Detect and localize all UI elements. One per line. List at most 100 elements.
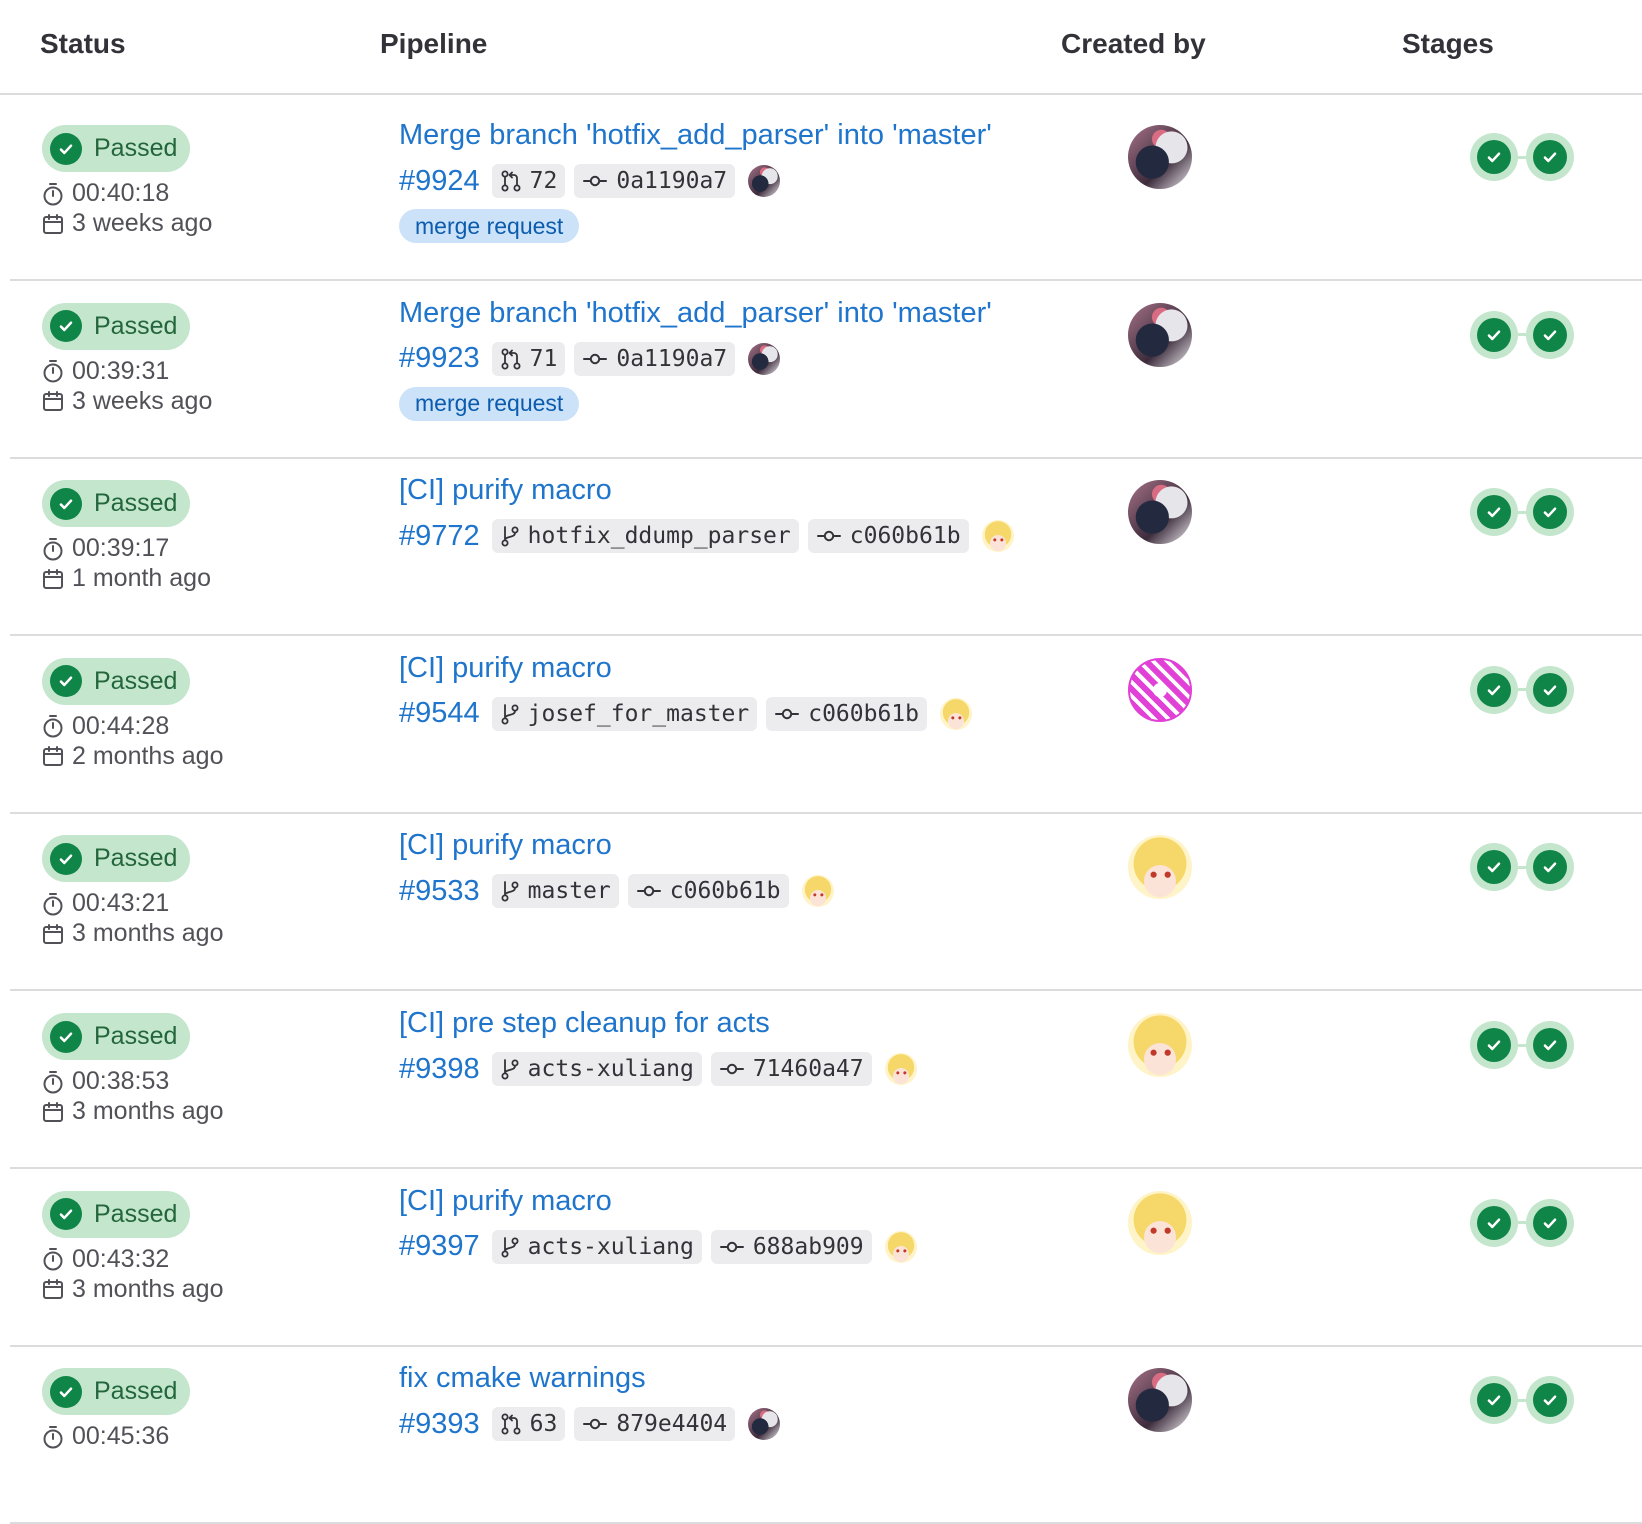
table-row: Passed 00:40:18 3 weeks ago Merge branch 'h… [10,93,1642,281]
status-badge[interactable]: Passed [42,657,190,705]
status-badge[interactable]: Passed [42,835,190,883]
ref-chip[interactable]: 63 [491,1407,566,1442]
commit-chip[interactable]: 0a1190a7 [574,341,736,376]
commit-chip[interactable]: 688ab909 [710,1229,872,1264]
pipeline-id-link[interactable]: #9924 [399,165,480,198]
commit-chip[interactable]: 0a1190a7 [574,164,736,198]
status-badge[interactable]: Passed [42,1190,190,1238]
table-row: Passed 00:39:31 3 weeks ago Merge branch 'h… [10,271,1642,459]
pipeline-id-link[interactable]: #9397 [399,1230,480,1263]
pipeline-id-link[interactable]: #9533 [399,875,480,908]
stage-status-button[interactable] [1470,488,1518,537]
finished-value[interactable]: 1 month ago [72,564,211,593]
duration: 00:40:18 [42,179,169,208]
finished-value[interactable]: 3 months ago [72,919,224,948]
pipeline-refs: #9533 master c060b61b [399,873,834,909]
stage-status-button[interactable] [1526,488,1574,537]
stage-status-button[interactable] [1470,665,1518,714]
ref-chip[interactable]: hotfix_ddump_parser [491,519,799,554]
pipeline-title-link[interactable]: [CI] purify macro [399,474,612,507]
finished-value[interactable]: 3 weeks ago [72,209,212,238]
stages [1470,1021,1574,1069]
avatar[interactable] [1128,835,1192,900]
pipeline-title-link[interactable]: Merge branch 'hotfix_add_parser' into 'm… [399,297,992,330]
commit-author-avatar[interactable] [748,1408,781,1441]
stage-status-button[interactable] [1470,133,1518,181]
commit-author-avatar[interactable] [748,165,781,197]
check-circle-icon [1477,1205,1511,1240]
finished-at: 1 month ago [42,564,211,593]
avatar[interactable] [1128,1368,1192,1433]
calendar-icon [42,213,72,235]
stage-status-button[interactable] [1526,665,1574,714]
stage-status-button[interactable] [1470,1198,1518,1247]
commit-author-avatar[interactable] [884,1053,917,1085]
pipeline-id-link[interactable]: #9398 [399,1053,480,1086]
pipeline-id-link[interactable]: #9544 [399,697,480,730]
pipeline-id-link[interactable]: #9923 [399,342,480,375]
commit-chip[interactable]: c060b61b [627,874,789,909]
pipeline-title-link[interactable]: [CI] pre step cleanup for acts [399,1007,770,1040]
pipeline-title-link[interactable]: fix cmake warnings [399,1362,646,1395]
avatar[interactable] [1128,1190,1192,1255]
stage-status-button[interactable] [1526,1376,1574,1425]
stage-status-button[interactable] [1526,310,1574,359]
finished-value[interactable]: 2 months ago [72,742,224,771]
status-badge[interactable]: Passed [42,1368,190,1416]
pipeline-title-link[interactable]: [CI] purify macro [399,829,612,862]
ref-chip[interactable]: master [491,874,619,909]
commit-chip[interactable]: c060b61b [807,519,969,554]
stage-status-button[interactable] [1526,843,1574,892]
stage-status-button[interactable] [1470,843,1518,892]
pipeline-title-link[interactable]: Merge branch 'hotfix_add_parser' into 'm… [399,119,992,152]
avatar[interactable] [1128,125,1192,189]
commit-author-avatar[interactable] [884,1230,917,1263]
commit-author-avatar[interactable] [981,520,1014,553]
status-badge[interactable]: Passed [42,125,190,172]
stage-status-button[interactable] [1526,1021,1574,1069]
ref-chip[interactable]: josef_for_master [491,696,758,731]
pipeline-refs: #9398 acts-xuliang 71460a47 [399,1051,917,1087]
commit-author-avatar[interactable] [748,342,781,375]
finished-value[interactable]: 3 months ago [72,1275,224,1304]
avatar[interactable] [1128,480,1192,545]
stage-status-button[interactable] [1470,1376,1518,1425]
status-badge[interactable]: Passed [42,302,190,350]
ref-chip[interactable]: acts-xuliang [491,1229,702,1264]
stage-status-button[interactable] [1470,310,1518,359]
finished-value[interactable]: 3 months ago [72,1097,224,1126]
ref-chip[interactable]: 71 [491,341,566,376]
commit-chip[interactable]: c060b61b [766,696,927,731]
ref-chip[interactable]: acts-xuliang [491,1052,702,1086]
pipeline-title-link[interactable]: [CI] purify macro [399,652,612,685]
pipeline-title-link[interactable]: [CI] purify macro [399,1185,612,1218]
duration-value: 00:39:31 [72,356,170,385]
duration: 00:43:32 [42,1245,169,1274]
table-row: Passed 00:39:17 1 month ago [CI] purify mac… [10,448,1642,637]
check-circle-icon [1533,672,1567,707]
stage-status-button[interactable] [1526,1198,1574,1247]
commit-chip[interactable]: 71460a47 [710,1052,872,1086]
status-badge[interactable]: Passed [42,1013,190,1060]
stages [1470,310,1574,359]
stages [1470,1376,1574,1425]
commit-sha: 0a1190a7 [616,168,728,194]
duration-value: 00:40:18 [72,179,170,207]
branch-icon [500,524,528,548]
avatar[interactable] [1128,1013,1192,1077]
stage-status-button[interactable] [1470,1021,1518,1069]
stage-status-button[interactable] [1526,133,1574,181]
ref-chip[interactable]: 72 [491,164,566,198]
avatar[interactable] [1128,657,1192,722]
avatar[interactable] [1128,302,1192,367]
status-badge[interactable]: Passed [42,480,190,528]
commit-author-avatar[interactable] [940,697,972,730]
pipeline-refs: #9544 josef_for_master c060b61b [399,696,972,732]
commit-author-avatar[interactable] [801,875,834,908]
commit-chip[interactable]: 879e4404 [574,1407,736,1442]
pipeline-id-link[interactable]: #9772 [399,520,480,553]
finished-at: 3 weeks ago [42,387,212,416]
pipeline-id-link[interactable]: #9393 [399,1408,480,1441]
duration-value: 00:43:21 [72,889,170,918]
finished-value[interactable]: 3 weeks ago [72,387,212,416]
